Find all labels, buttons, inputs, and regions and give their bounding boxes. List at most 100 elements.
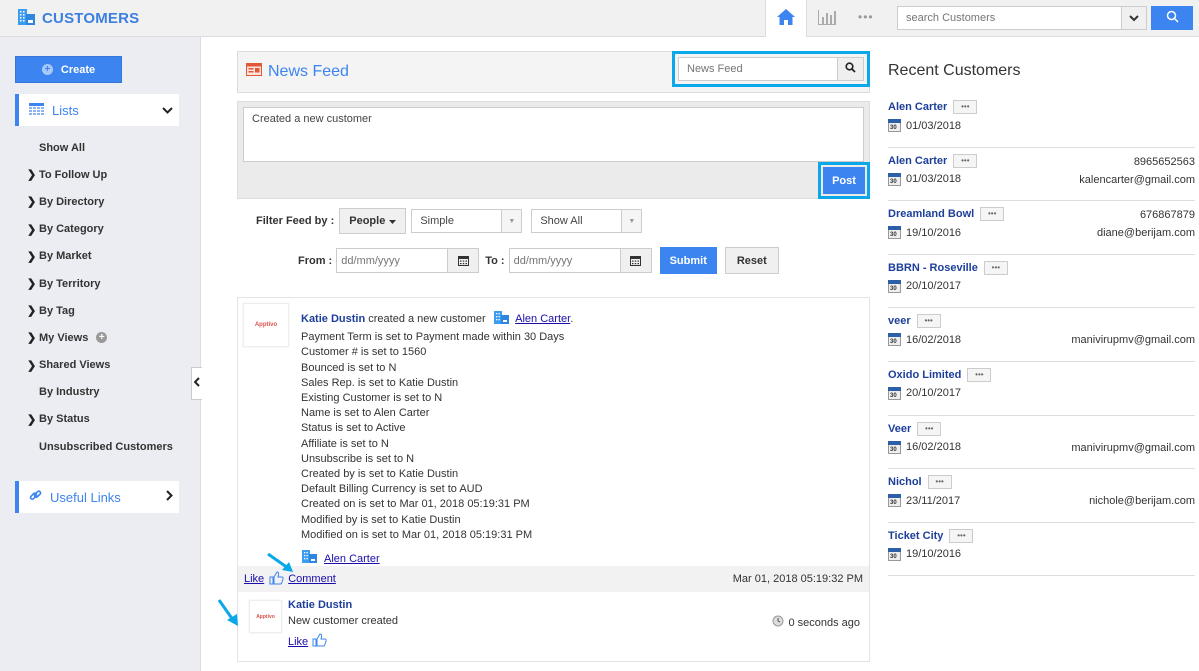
recent-customer-item: Nichol ••• 30 23/11/2017 nichole@berijam.com xyxy=(888,469,1195,523)
reports-button[interactable] xyxy=(815,7,839,29)
chevron-right-icon: ❯ xyxy=(27,278,37,291)
recent-customer-name[interactable]: Dreamland Bowl xyxy=(888,208,974,220)
calendar-icon: 30 xyxy=(888,386,901,400)
lists-section-header[interactable]: Lists xyxy=(15,94,179,126)
recent-customer-name[interactable]: Alen Carter xyxy=(888,101,947,113)
feed-timestamp: Mar 01, 2018 05:19:32 PM xyxy=(732,573,863,585)
search-scope-dropdown[interactable] xyxy=(1121,7,1146,29)
recent-customer-name[interactable]: Alen Carter xyxy=(888,155,947,167)
calendar-icon[interactable] xyxy=(619,249,651,272)
more-actions-button[interactable]: ••• xyxy=(967,367,992,382)
newspaper-icon xyxy=(246,63,262,81)
add-view-icon[interactable]: + xyxy=(96,332,108,344)
recent-customer-name-row: Nichol ••• xyxy=(888,475,952,490)
recent-customer-name-row: Veer ••• xyxy=(888,421,942,436)
people-dropdown[interactable]: People xyxy=(339,208,407,234)
feed-change-line: Modified on is set to Mar 01, 2018 05:19… xyxy=(301,528,533,541)
more-actions-button[interactable]: ••• xyxy=(953,153,978,168)
more-actions-button[interactable]: ••• xyxy=(949,528,974,543)
calendar-icon[interactable] xyxy=(447,249,479,272)
feed-type-select[interactable]: Simple ▼ xyxy=(411,209,523,233)
chevron-right-icon: ❯ xyxy=(27,250,37,263)
search-icon xyxy=(845,62,856,76)
recent-customer-date-text: 19/10/2016 xyxy=(906,548,962,561)
feed-author[interactable]: Katie Dustin xyxy=(301,313,365,325)
to-date-input[interactable] xyxy=(509,249,620,272)
feed-item-footer: Like Comment Mar 01, 2018 05:19:32 PM xyxy=(238,566,869,592)
sidebar-item-by-tag[interactable]: ❯ By Tag xyxy=(0,297,201,324)
app-brand[interactable]: CUSTOMERS xyxy=(17,8,139,29)
news-feed-search-button[interactable] xyxy=(837,57,864,81)
sidebar-item-unsubscribed-customers[interactable]: Unsubscribed Customers xyxy=(0,433,201,473)
sidebar-item-my-views[interactable]: ❯ My Views + xyxy=(0,324,201,351)
recent-customer-name-row: Alen Carter ••• xyxy=(888,153,978,168)
recent-customer-email: manivirupmv@gmail.com xyxy=(1071,441,1195,454)
collapse-sidebar-handle[interactable] xyxy=(191,367,202,400)
comment-author[interactable]: Katie Dustin xyxy=(288,599,352,611)
recent-customer-name[interactable]: Nichol xyxy=(888,476,922,488)
more-menu-button[interactable]: ••• xyxy=(858,10,874,24)
news-feed-search-input[interactable] xyxy=(678,57,837,81)
sidebar-item-show-all[interactable]: Show All xyxy=(0,134,201,161)
feed-bottom-customer-link[interactable]: Alen Carter xyxy=(324,552,380,567)
feed-customer-link[interactable]: Alen Carter xyxy=(515,313,570,325)
home-button[interactable] xyxy=(765,0,807,37)
recent-customer-name[interactable]: BBRN - Roseville xyxy=(888,262,978,274)
more-actions-button[interactable]: ••• xyxy=(953,100,978,114)
sidebar-item-to-follow-up[interactable]: ❯ To Follow Up xyxy=(0,161,201,188)
annotation-arrow-icon xyxy=(217,599,238,626)
more-actions-button[interactable]: ••• xyxy=(916,314,941,329)
reset-button[interactable]: Reset xyxy=(724,247,779,274)
home-icon xyxy=(776,8,796,29)
comment-link[interactable]: Comment xyxy=(288,573,336,585)
create-button[interactable]: + Create xyxy=(15,56,122,83)
recent-customer-item: Ticket City ••• 30 19/10/2016 xyxy=(888,523,1195,577)
post-button[interactable]: Post xyxy=(823,167,865,194)
recent-customer-name[interactable]: veer xyxy=(888,315,911,327)
sidebar-item-shared-views[interactable]: ❯ Shared Views xyxy=(0,352,201,379)
news-feed-title: News Feed xyxy=(246,63,349,81)
recent-customer-name-row: Alen Carter ••• xyxy=(888,100,978,114)
calendar-icon: 30 xyxy=(888,172,901,186)
news-feed-header: News Feed xyxy=(237,51,870,93)
from-date-input[interactable] xyxy=(337,249,448,272)
recent-customer-name[interactable]: Veer xyxy=(888,423,911,435)
sidebar-item-by-category[interactable]: ❯ By Category xyxy=(0,216,201,243)
sidebar-item-by-territory[interactable]: ❯ By Territory xyxy=(0,270,201,297)
more-actions-button[interactable]: ••• xyxy=(917,421,942,436)
more-actions-button[interactable]: ••• xyxy=(983,260,1008,275)
more-actions-button[interactable]: ••• xyxy=(980,207,1005,222)
company-logo: Apptivo xyxy=(254,322,278,328)
feed-change-line: Modified by is set to Katie Dustin xyxy=(301,513,461,526)
recent-customer-name[interactable]: Ticket City xyxy=(888,530,943,542)
post-textarea[interactable]: Created a new customer xyxy=(243,107,864,162)
comment-like-link[interactable]: Like xyxy=(288,636,308,648)
caret-down-icon: ▼ xyxy=(621,210,642,232)
useful-links-section-header[interactable]: Useful Links xyxy=(15,481,179,513)
recent-customer-date: 30 23/11/2017 xyxy=(888,494,960,508)
sidebar-item-label: By Industry xyxy=(39,386,100,399)
recent-customer-date-text: 16/02/2018 xyxy=(906,441,962,454)
sidebar-item-by-market[interactable]: ❯ By Market xyxy=(0,243,201,270)
recent-customer-date: 30 16/02/2018 xyxy=(888,440,962,454)
feed-change-line: Default Billing Currency is set to AUD xyxy=(301,483,483,496)
thumbs-up-icon[interactable] xyxy=(312,633,327,650)
recent-customer-item: BBRN - Roseville ••• 30 20/10/2017 xyxy=(888,255,1195,309)
feed-comment: Apptivo Katie Dustin New customer create… xyxy=(238,592,869,661)
more-actions-button[interactable]: ••• xyxy=(927,475,952,490)
feed-change-line: Existing Customer is set to N xyxy=(301,392,443,405)
to-date-field xyxy=(508,248,652,273)
customer-search-input[interactable] xyxy=(898,7,1121,29)
chevron-left-icon xyxy=(193,377,200,390)
sidebar-item-by-industry[interactable]: By Industry xyxy=(0,379,201,406)
submit-button[interactable]: Submit xyxy=(659,247,717,274)
sidebar-item-by-status[interactable]: ❯ By Status xyxy=(0,406,201,433)
feed-show-select[interactable]: Show All ▼ xyxy=(531,209,643,233)
to-label: To : xyxy=(485,254,505,267)
recent-customer-name[interactable]: Oxido Limited xyxy=(888,369,961,381)
sidebar-item-label: Shared Views xyxy=(39,359,111,372)
sidebar-item-by-directory[interactable]: ❯ By Directory xyxy=(0,188,201,215)
calendar-icon: 30 xyxy=(888,494,901,508)
search-button[interactable] xyxy=(1151,6,1193,30)
like-link[interactable]: Like xyxy=(244,573,264,585)
